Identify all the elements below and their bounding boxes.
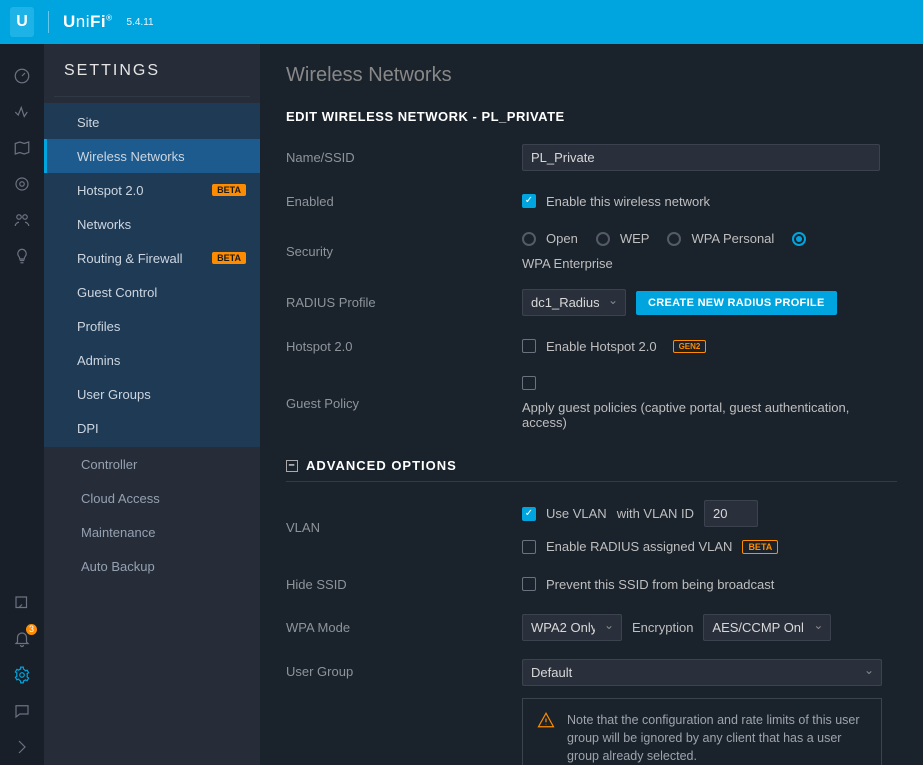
map-icon[interactable] (0, 130, 44, 166)
guest-checkbox[interactable] (522, 376, 536, 390)
enabled-text: Enable this wireless network (546, 194, 710, 209)
site-settings-group: Site Wireless Networks Hotspot 2.0BETA N… (44, 103, 260, 447)
label-hide-ssid: Hide SSID (286, 577, 522, 592)
sidebar-item-routing-firewall[interactable]: Routing & FirewallBETA (44, 241, 260, 275)
sidebar-item-networks[interactable]: Networks (44, 207, 260, 241)
main-content: Wireless Networks EDIT WIRELESS NETWORK … (260, 44, 923, 765)
advanced-options-toggle[interactable]: – ADVANCED OPTIONS (286, 458, 897, 482)
insights-icon[interactable] (0, 238, 44, 274)
radius-vlan-checkbox[interactable] (522, 540, 536, 554)
sidebar-item-admins[interactable]: Admins (44, 343, 260, 377)
sidebar-item-auto-backup[interactable]: Auto Backup (56, 549, 256, 583)
edit-heading: EDIT WIRELESS NETWORK - PL_PRIVATE (286, 109, 897, 124)
sidebar-item-cloud-access[interactable]: Cloud Access (56, 481, 256, 515)
stats-icon[interactable] (0, 94, 44, 130)
security-open-radio[interactable] (522, 232, 536, 246)
label-radius: RADIUS Profile (286, 295, 522, 310)
sidebar-item-site[interactable]: Site (44, 105, 260, 139)
label-hotspot: Hotspot 2.0 (286, 339, 522, 354)
ssid-input[interactable] (522, 144, 880, 171)
enabled-checkbox[interactable] (522, 194, 536, 208)
use-vlan-checkbox[interactable] (522, 507, 536, 521)
top-bar: U UniFi® 5.4.11 (0, 0, 923, 44)
label-ssid: Name/SSID (286, 150, 522, 165)
label-wpa-mode: WPA Mode (286, 620, 522, 635)
brand-logo: UniFi® (63, 12, 113, 32)
chat-icon[interactable] (0, 693, 44, 729)
security-wep-radio[interactable] (596, 232, 610, 246)
hotspot-checkbox[interactable] (522, 339, 536, 353)
sidebar-item-hotspot20[interactable]: Hotspot 2.0BETA (44, 173, 260, 207)
version-label: 5.4.11 (127, 17, 154, 28)
alerts-icon[interactable]: 3 (0, 621, 44, 657)
settings-sidebar: SETTINGS Site Wireless Networks Hotspot … (44, 44, 260, 765)
page-title: Wireless Networks (286, 64, 897, 87)
radius-profile-select[interactable]: dc1_Radius (522, 289, 626, 316)
warning-icon (537, 711, 555, 729)
security-wpa-enterprise-radio[interactable] (792, 232, 806, 246)
sidebar-item-wireless-networks[interactable]: Wireless Networks (44, 139, 260, 173)
dashboard-icon[interactable] (0, 58, 44, 94)
sidebar-item-profiles[interactable]: Profiles (44, 309, 260, 343)
alerts-count: 3 (26, 624, 37, 635)
beta-badge: BETA (742, 540, 778, 554)
sidebar-item-user-groups[interactable]: User Groups (44, 377, 260, 411)
collapse-icon: – (286, 460, 298, 472)
sidebar-item-guest-control[interactable]: Guest Control (44, 275, 260, 309)
expand-icon[interactable] (0, 729, 44, 765)
sidebar-item-controller[interactable]: Controller (56, 447, 256, 481)
label-security: Security (286, 244, 522, 259)
clients-icon[interactable] (0, 202, 44, 238)
user-group-note: Note that the configuration and rate lim… (522, 698, 882, 765)
wpa-mode-select[interactable]: WPA2 Only (522, 614, 622, 641)
user-group-select[interactable]: Default (522, 659, 882, 686)
devices-icon[interactable] (0, 166, 44, 202)
events-icon[interactable] (0, 585, 44, 621)
label-enabled: Enabled (286, 194, 522, 209)
sidebar-item-maintenance[interactable]: Maintenance (56, 515, 256, 549)
hide-ssid-checkbox[interactable] (522, 577, 536, 591)
encryption-select[interactable]: AES/CCMP Only (703, 614, 831, 641)
sidebar-item-dpi[interactable]: DPI (44, 411, 260, 445)
security-wpa-personal-radio[interactable] (667, 232, 681, 246)
sidebar-title: SETTINGS (44, 44, 260, 96)
label-user-group: User Group (286, 659, 522, 679)
label-guest: Guest Policy (286, 396, 522, 411)
brand-icon: U (10, 7, 34, 37)
icon-rail: 3 (0, 44, 44, 765)
label-vlan: VLAN (286, 520, 522, 535)
settings-icon[interactable] (0, 657, 44, 693)
label-encryption: Encryption (632, 620, 693, 635)
vlan-id-input[interactable] (704, 500, 758, 527)
gen2-badge: GEN2 (673, 340, 707, 353)
create-radius-button[interactable]: CREATE NEW RADIUS PROFILE (636, 291, 837, 315)
divider (48, 11, 49, 33)
